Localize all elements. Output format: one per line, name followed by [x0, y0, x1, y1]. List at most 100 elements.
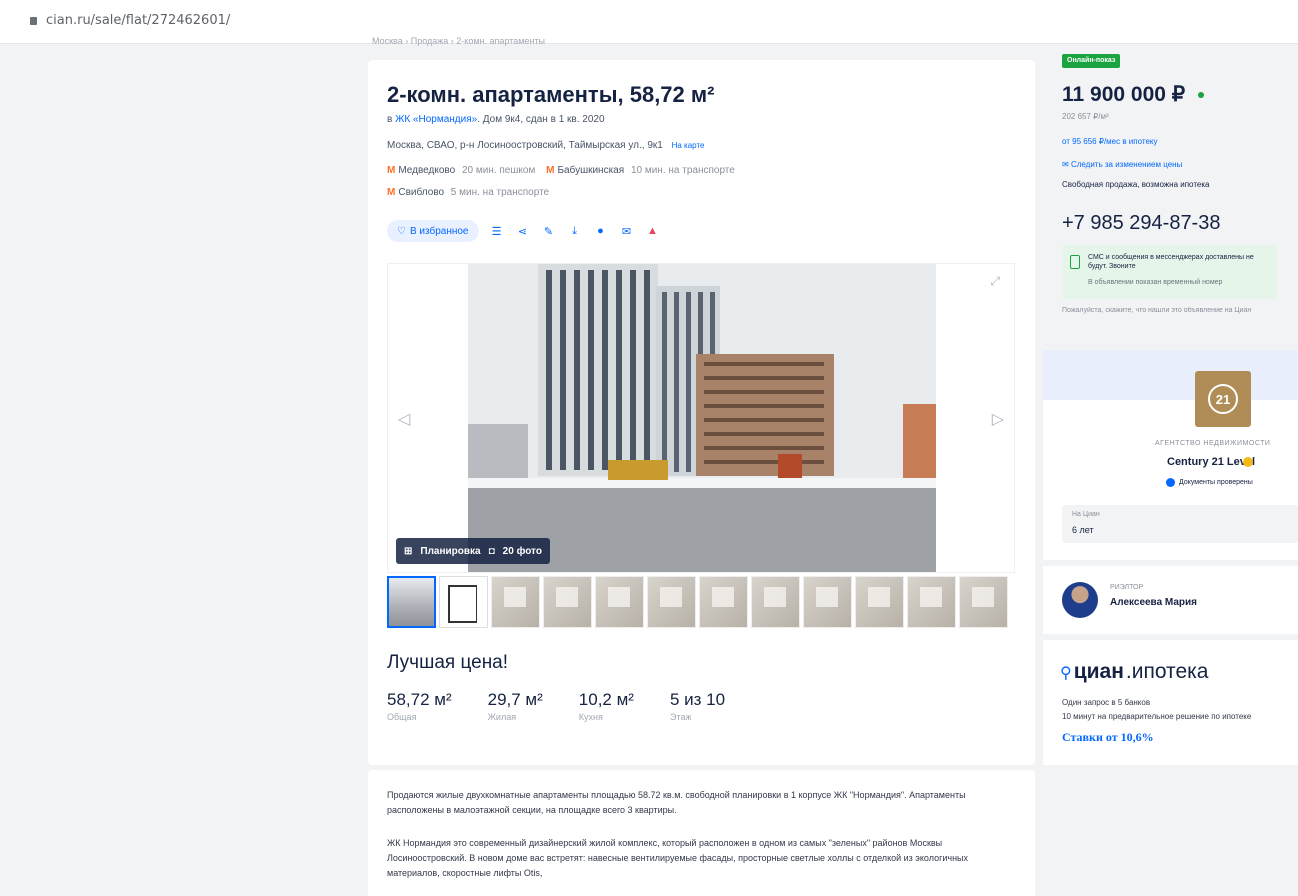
listing-card: 2-комн. апартаменты, 58,72 м² в ЖК «Норм…	[368, 60, 1035, 765]
action-bar: ♡ В избранное ☰ ⋖ ✎ ⤓ ● ✉ ▲	[387, 220, 661, 242]
photos-count[interactable]: 20 фото	[503, 546, 542, 557]
map-link[interactable]: На карте	[672, 141, 705, 150]
description-card: Продаются жилые двухкомнатные апартамент…	[368, 770, 1035, 896]
compare-icon[interactable]: ☰	[489, 223, 505, 239]
ipoteka-line: Один запрос в 5 банков	[1062, 698, 1151, 707]
next-photo-icon[interactable]: ▷	[992, 409, 1004, 429]
thumbnail-strip	[387, 576, 1008, 628]
spec-total: 58,72 м² Общая	[387, 690, 452, 722]
metro-name[interactable]: Свиблово	[398, 187, 444, 198]
thumbnail[interactable]	[647, 576, 696, 628]
gallery-overlay: ⊞ Планировка ◘ 20 фото	[396, 538, 550, 564]
metro-icon: М	[387, 165, 396, 176]
metro-distance: 10 мин. на транспорте	[630, 165, 735, 176]
thumbnail[interactable]	[543, 576, 592, 628]
favorite-button[interactable]: ♡ В избранное	[387, 220, 479, 242]
ipoteka-rate-link[interactable]: Ставки от 10,6%	[1062, 730, 1154, 745]
spec-value: 10,2 м²	[578, 690, 634, 709]
sms-notice: СМС и сообщения в мессенджерах доставлен…	[1062, 245, 1277, 299]
best-price-heading: Лучшая цена!	[387, 652, 509, 673]
url-text[interactable]: cian.ru/sale/flat/272462601/	[46, 13, 230, 28]
thumbnail[interactable]	[491, 576, 540, 628]
lock-icon	[30, 17, 37, 25]
thumbnail[interactable]	[439, 576, 488, 628]
expand-icon[interactable]: ⤢	[990, 274, 1000, 289]
address-text[interactable]: Москва, СВАО, р-н Лосиноостровский, Тайм…	[387, 140, 663, 151]
metro-icon: М	[546, 165, 555, 176]
thumbnail[interactable]	[803, 576, 852, 628]
metro-distance: 20 мин. пешком	[461, 165, 536, 176]
metro-name[interactable]: Бабушкинская	[557, 165, 624, 176]
spec-value: 5 из 10	[669, 690, 726, 709]
spec-label: Кухня	[578, 712, 603, 722]
metro-line-2: М Свиблово 5 мин. на транспорте	[387, 187, 549, 198]
hide-icon[interactable]: ●	[593, 223, 609, 239]
price: 11 900 000 ₽	[1062, 83, 1186, 106]
metro-line-1: М Медведково 20 мин. пешком М Бабушкинская…	[387, 165, 735, 176]
thumbnail[interactable]	[907, 576, 956, 628]
thumbnail[interactable]	[959, 576, 1008, 628]
heart-icon: ♡	[397, 225, 406, 237]
cian-logo-icon: ⚲	[1060, 665, 1072, 682]
online-showing-badge: Онлайн-показ	[1062, 54, 1121, 68]
report-icon[interactable]: ▲	[645, 223, 661, 239]
thumbnail[interactable]	[855, 576, 904, 628]
agency-logo[interactable]: 21	[1195, 371, 1251, 427]
call-hint: Пожалуйста, скажите, что нашли это объяв…	[1062, 307, 1252, 314]
metro-name[interactable]: Медведково	[398, 165, 455, 176]
spec-label: Общая	[387, 712, 417, 722]
camera-icon: ◘	[488, 545, 495, 557]
agency-name[interactable]: Century 21 Level	[1167, 456, 1255, 468]
subscribe-price-link[interactable]: ✉ Следить за изменением цены	[1062, 160, 1182, 169]
complex-info: . Дом 9к4, сдан в 1 кв. 2020	[477, 114, 605, 125]
building-photo	[468, 264, 936, 572]
phone-icon	[1070, 255, 1080, 269]
description-paragraph: ЖК Нормандия это современный дизайнерски…	[387, 838, 969, 878]
century21-logo-icon: 21	[1208, 384, 1238, 414]
docs-verified: Документы проверены	[1166, 478, 1253, 487]
breadcrumb[interactable]: Москва › Продажа › 2-комн. апартаменты	[372, 36, 545, 46]
metro-icon: М	[387, 187, 396, 198]
ipoteka-brand-thin: .ипотека	[1125, 660, 1209, 683]
realtor-name[interactable]: Алексеева Мария	[1110, 597, 1197, 608]
divider	[1043, 345, 1298, 346]
main-photo[interactable]	[468, 264, 936, 572]
sms-notice-sub: В объявлении показан временный номер	[1088, 279, 1223, 286]
cian-ipoteka-logo[interactable]: ⚲ циан .ипотека	[1060, 660, 1208, 684]
download-icon[interactable]: ⤓	[567, 223, 583, 239]
phone-number[interactable]: +7 985 294-87-38	[1062, 212, 1220, 235]
edit-icon[interactable]: ✎	[541, 223, 557, 239]
ipoteka-brand-bold: циан	[1073, 660, 1124, 683]
favorite-label: В избранное	[409, 225, 469, 237]
specs-row: 58,72 м² Общая 29,7 м² Жилая 10,2 м² Кух…	[387, 690, 725, 722]
photo-gallery[interactable]: ◁ ▷ ⤢ ⊞ Планировка ◘ 20 фото	[387, 263, 1015, 573]
prev-photo-icon[interactable]: ◁	[398, 409, 410, 429]
layout-icon: ⊞	[404, 545, 413, 557]
page-title: 2-комн. апартаменты, 58,72 м²	[387, 82, 715, 107]
avatar[interactable]	[1062, 582, 1098, 618]
metro-distance: 5 мин. на транспорте	[450, 187, 550, 198]
docs-verified-label: Документы проверены	[1179, 479, 1253, 486]
agency-type: АГЕНТСТВО НЕДВИЖИМОСТИ	[1155, 440, 1271, 447]
ipoteka-line: 10 минут на предварительное решение по и…	[1062, 712, 1252, 721]
thumbnail[interactable]	[595, 576, 644, 628]
years-on-site: На Циан 6 лет	[1062, 505, 1298, 543]
thumbnail[interactable]	[751, 576, 800, 628]
price-change-icon[interactable]	[1198, 92, 1204, 98]
mortgage-link[interactable]: от 95 656 ₽/мес в ипотеку	[1062, 137, 1158, 146]
complex-link[interactable]: ЖК «Нормандия»	[395, 114, 477, 125]
layout-button[interactable]: Планировка	[420, 546, 480, 557]
years-label: На Циан	[1072, 511, 1100, 518]
browser-url-bar[interactable]: cian.ru/sale/flat/272462601/	[0, 0, 1298, 44]
note-icon[interactable]: ✉	[619, 223, 635, 239]
complex-prefix: в	[387, 114, 396, 125]
mail-icon: ✉	[1062, 160, 1071, 169]
thumbnail[interactable]	[387, 576, 436, 628]
spec-value: 29,7 м²	[487, 690, 543, 709]
spec-label: Этаж	[669, 712, 692, 722]
description-paragraph: Продаются жилые двухкомнатные апартамент…	[387, 790, 966, 815]
complex-line: в ЖК «Нормандия». Дом 9к4, сдан в 1 кв. …	[387, 114, 605, 125]
share-icon[interactable]: ⋖	[515, 223, 531, 239]
thumbnail[interactable]	[699, 576, 748, 628]
subscribe-label: Следить за изменением цены	[1070, 160, 1183, 169]
